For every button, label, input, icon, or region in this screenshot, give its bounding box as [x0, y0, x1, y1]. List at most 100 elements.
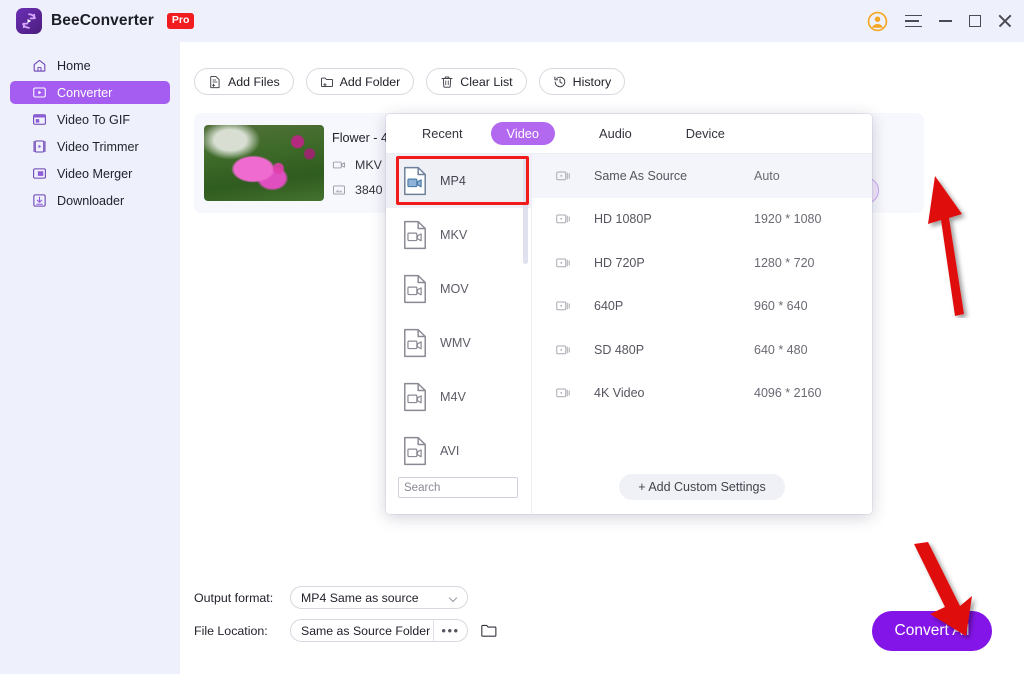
folder-icon[interactable] — [480, 623, 497, 638]
toolbar: Add Files Add Folder Clear List — [194, 68, 625, 95]
resolution-dimension: 960 * 640 — [754, 299, 808, 313]
converter-icon — [32, 85, 47, 100]
output-format-value: MP4 Same as source — [301, 591, 419, 605]
file-location-field[interactable]: Same as Source Folder ••• — [290, 619, 468, 642]
sidebar-item-converter[interactable]: Converter — [10, 81, 170, 104]
history-button[interactable]: History — [539, 68, 626, 95]
format-item-wmv[interactable]: WMV — [386, 316, 532, 370]
format-item-mov[interactable]: MOV — [386, 262, 532, 316]
resolution-name: 4K Video — [594, 386, 754, 400]
format-list-column: MP4 MKV — [386, 154, 532, 514]
format-category-tabs: Recent Video Audio Device — [386, 114, 872, 154]
home-icon — [32, 58, 47, 73]
window-controls — [867, 0, 1012, 42]
resolution-list-column: Same As Source Auto HD 1080P 1920 * 1080 — [532, 154, 872, 514]
add-custom-settings-wrapper: + Add Custom Settings — [532, 474, 872, 500]
sidebar-item-downloader[interactable]: Downloader — [10, 189, 170, 212]
add-files-label: Add Files — [228, 75, 280, 89]
format-dropdown-panel: Recent Video Audio Device — [386, 114, 872, 514]
video-file-icon — [402, 166, 428, 196]
tab-recent[interactable]: Recent — [406, 122, 479, 145]
resolution-item-sd-480p[interactable]: SD 480P 640 * 480 — [532, 328, 872, 372]
resolution-preset-icon — [532, 344, 594, 356]
resolution-dimension: 1280 * 720 — [754, 256, 814, 270]
search-input[interactable] — [398, 477, 518, 498]
resolution-preset-icon — [532, 170, 594, 182]
close-icon[interactable] — [998, 14, 1012, 28]
resolution-item-hd-720p[interactable]: HD 720P 1280 * 720 — [532, 241, 872, 285]
clear-list-label: Clear List — [460, 75, 512, 89]
history-label: History — [573, 75, 612, 89]
resolution-name: HD 720P — [594, 256, 754, 270]
trash-icon — [440, 75, 454, 89]
sidebar-item-label: Home — [57, 59, 91, 73]
video-to-gif-icon — [32, 112, 47, 127]
video-trimmer-icon — [32, 139, 47, 154]
add-folder-label: Add Folder — [340, 75, 401, 89]
app-logo-icon — [16, 8, 42, 34]
add-files-button[interactable]: Add Files — [194, 68, 294, 95]
sidebar-item-label: Video Merger — [57, 167, 132, 181]
resolution-item-hd-1080p[interactable]: HD 1080P 1920 * 1080 — [532, 198, 872, 242]
browse-more-button[interactable]: ••• — [433, 620, 467, 641]
title-bar: BeeConverter Pro — [0, 0, 1024, 42]
format-search-wrapper — [398, 477, 518, 498]
app-brand: BeeConverter Pro — [0, 8, 194, 34]
resolution-preset-icon — [532, 387, 594, 399]
app-window: BeeConverter Pro — [0, 0, 1024, 674]
maximize-icon[interactable] — [969, 15, 981, 27]
format-item-m4v[interactable]: M4V — [386, 370, 532, 424]
convert-all-button[interactable]: Convert All — [872, 611, 992, 651]
output-format-row: Output format: MP4 Same as source — [194, 586, 497, 609]
resolution-item-same-as-source[interactable]: Same As Source Auto — [532, 154, 872, 198]
resolution-name: Same As Source — [594, 169, 754, 183]
format-item-mp4[interactable]: MP4 — [386, 154, 532, 208]
format-label: M4V — [440, 390, 466, 404]
format-label: AVI — [440, 444, 459, 458]
sidebar-item-home[interactable]: Home — [10, 54, 170, 77]
tab-video[interactable]: Video — [491, 122, 556, 145]
clear-list-button[interactable]: Clear List — [426, 68, 526, 95]
format-list-scrollbar[interactable] — [523, 156, 528, 264]
tab-audio[interactable]: Audio — [583, 122, 648, 145]
format-item-mkv[interactable]: MKV — [386, 208, 532, 262]
pro-badge: Pro — [167, 13, 195, 29]
sidebar-item-video-trimmer[interactable]: Video Trimmer — [10, 135, 170, 158]
resolution-name: HD 1080P — [594, 212, 754, 226]
resolution-item-640p[interactable]: 640P 960 * 640 — [532, 285, 872, 329]
sidebar-item-video-merger[interactable]: Video Merger — [10, 162, 170, 185]
video-thumbnail — [204, 125, 324, 201]
format-dropdown-body: MP4 MKV — [386, 154, 872, 514]
account-avatar-icon[interactable] — [867, 11, 888, 32]
resolution-name: 640P — [594, 299, 754, 313]
resolution-dimension: 4096 * 2160 — [754, 386, 821, 400]
resolution-dimension: 1920 * 1080 — [754, 212, 821, 226]
output-format-select[interactable]: MP4 Same as source — [290, 586, 468, 609]
file-format-value: MKV — [355, 158, 382, 172]
file-location-label: File Location: — [194, 624, 290, 638]
resolution-item-4k-video[interactable]: 4K Video 4096 * 2160 — [532, 372, 872, 416]
resolution-preset-icon — [532, 213, 594, 225]
video-file-icon — [402, 220, 428, 250]
file-location-value: Same as Source Folder — [301, 624, 430, 638]
minimize-icon[interactable] — [939, 20, 952, 22]
output-format-label: Output format: — [194, 591, 290, 605]
add-custom-settings-button[interactable]: + Add Custom Settings — [619, 474, 785, 500]
format-item-avi[interactable]: AVI — [386, 424, 532, 472]
downloader-icon — [32, 193, 47, 208]
video-file-icon — [402, 328, 428, 358]
add-folder-button[interactable]: Add Folder — [306, 68, 415, 95]
tab-device[interactable]: Device — [670, 122, 741, 145]
format-label: MP4 — [440, 174, 466, 188]
format-list: MP4 MKV — [386, 154, 532, 472]
hamburger-menu-icon[interactable] — [905, 15, 922, 28]
sidebar-item-label: Video To GIF — [57, 113, 130, 127]
resolution-icon — [332, 183, 346, 197]
resolution-dimension: 640 * 480 — [754, 343, 808, 357]
sidebar-item-label: Downloader — [57, 194, 124, 208]
app-title: BeeConverter — [51, 12, 154, 30]
add-folder-icon — [320, 75, 334, 89]
video-file-icon — [402, 274, 428, 304]
video-format-icon — [332, 158, 346, 172]
sidebar-item-video-to-gif[interactable]: Video To GIF — [10, 108, 170, 131]
